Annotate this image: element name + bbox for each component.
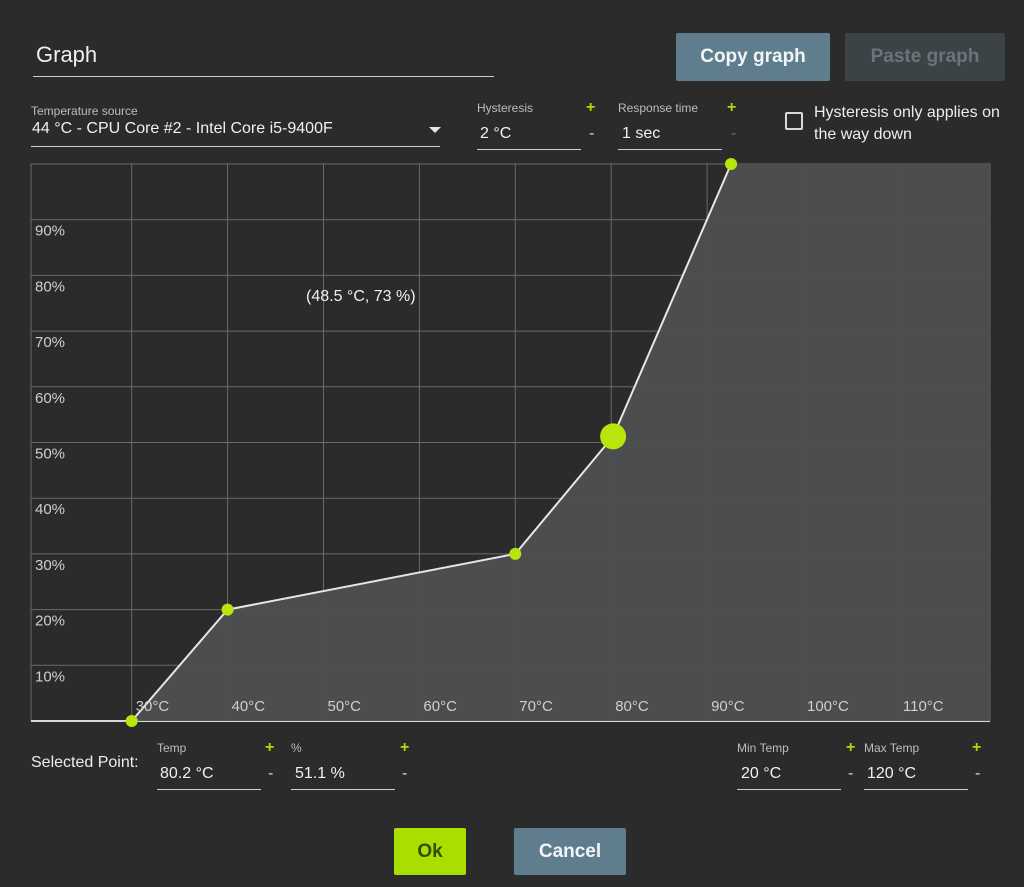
max-temp-label: Max Temp xyxy=(864,741,920,755)
y-tick-label: 10% xyxy=(35,668,65,685)
curve-point[interactable] xyxy=(221,603,234,616)
min-temp-input[interactable]: 20 °C xyxy=(737,764,841,790)
y-tick-label: 60% xyxy=(35,390,65,407)
curve-point[interactable] xyxy=(125,715,138,727)
selected-temp-minus-button[interactable]: - xyxy=(268,765,273,783)
graph-tooltip: (48.5 °C, 73 %) xyxy=(306,288,416,305)
x-tick-label: 100°C xyxy=(807,698,849,715)
max-temp-plus-button[interactable]: + xyxy=(972,739,981,757)
min-temp-label: Min Temp xyxy=(737,741,789,755)
y-tick-label: 90% xyxy=(35,223,65,240)
selected-temp-label: Temp xyxy=(157,741,187,755)
x-tick-label: 80°C xyxy=(615,698,649,715)
curve-point[interactable] xyxy=(509,547,522,560)
max-temp-input[interactable]: 120 °C xyxy=(864,764,968,790)
y-tick-label: 80% xyxy=(35,278,65,295)
ok-button[interactable]: Ok xyxy=(394,828,466,875)
max-temp-value: 120 °C xyxy=(867,765,917,782)
curve-point-selected[interactable] xyxy=(600,423,627,450)
curve-point[interactable] xyxy=(725,158,738,170)
selected-temp-input[interactable]: 80.2 °C xyxy=(157,764,261,790)
selected-percent-minus-button[interactable]: - xyxy=(402,765,407,783)
x-tick-label: 70°C xyxy=(519,698,553,715)
selected-percent-input[interactable]: 51.1 % xyxy=(291,764,395,790)
y-tick-label: 20% xyxy=(35,613,65,630)
y-tick-label: 70% xyxy=(35,334,65,351)
selected-temp-plus-button[interactable]: + xyxy=(265,739,274,757)
x-tick-label: 30°C xyxy=(136,698,170,715)
x-tick-label: 60°C xyxy=(423,698,457,715)
min-temp-plus-button[interactable]: + xyxy=(846,739,855,757)
cancel-button[interactable]: Cancel xyxy=(514,828,626,875)
x-tick-label: 110°C xyxy=(903,698,944,715)
y-tick-label: 50% xyxy=(35,446,65,463)
x-tick-label: 40°C xyxy=(232,698,266,715)
max-temp-minus-button[interactable]: - xyxy=(975,765,980,783)
selected-percent-value: 51.1 % xyxy=(295,765,345,782)
y-tick-label: 30% xyxy=(35,557,65,574)
min-temp-value: 20 °C xyxy=(741,765,782,782)
selected-percent-plus-button[interactable]: + xyxy=(400,739,409,757)
selected-point-label: Selected Point: xyxy=(31,754,139,771)
y-tick-label: 40% xyxy=(35,501,65,518)
min-temp-minus-button[interactable]: - xyxy=(848,765,853,783)
selected-temp-value: 80.2 °C xyxy=(160,765,214,782)
selected-percent-label: % xyxy=(291,741,302,755)
x-tick-label: 90°C xyxy=(711,698,745,715)
x-tick-label: 50°C xyxy=(327,698,361,715)
